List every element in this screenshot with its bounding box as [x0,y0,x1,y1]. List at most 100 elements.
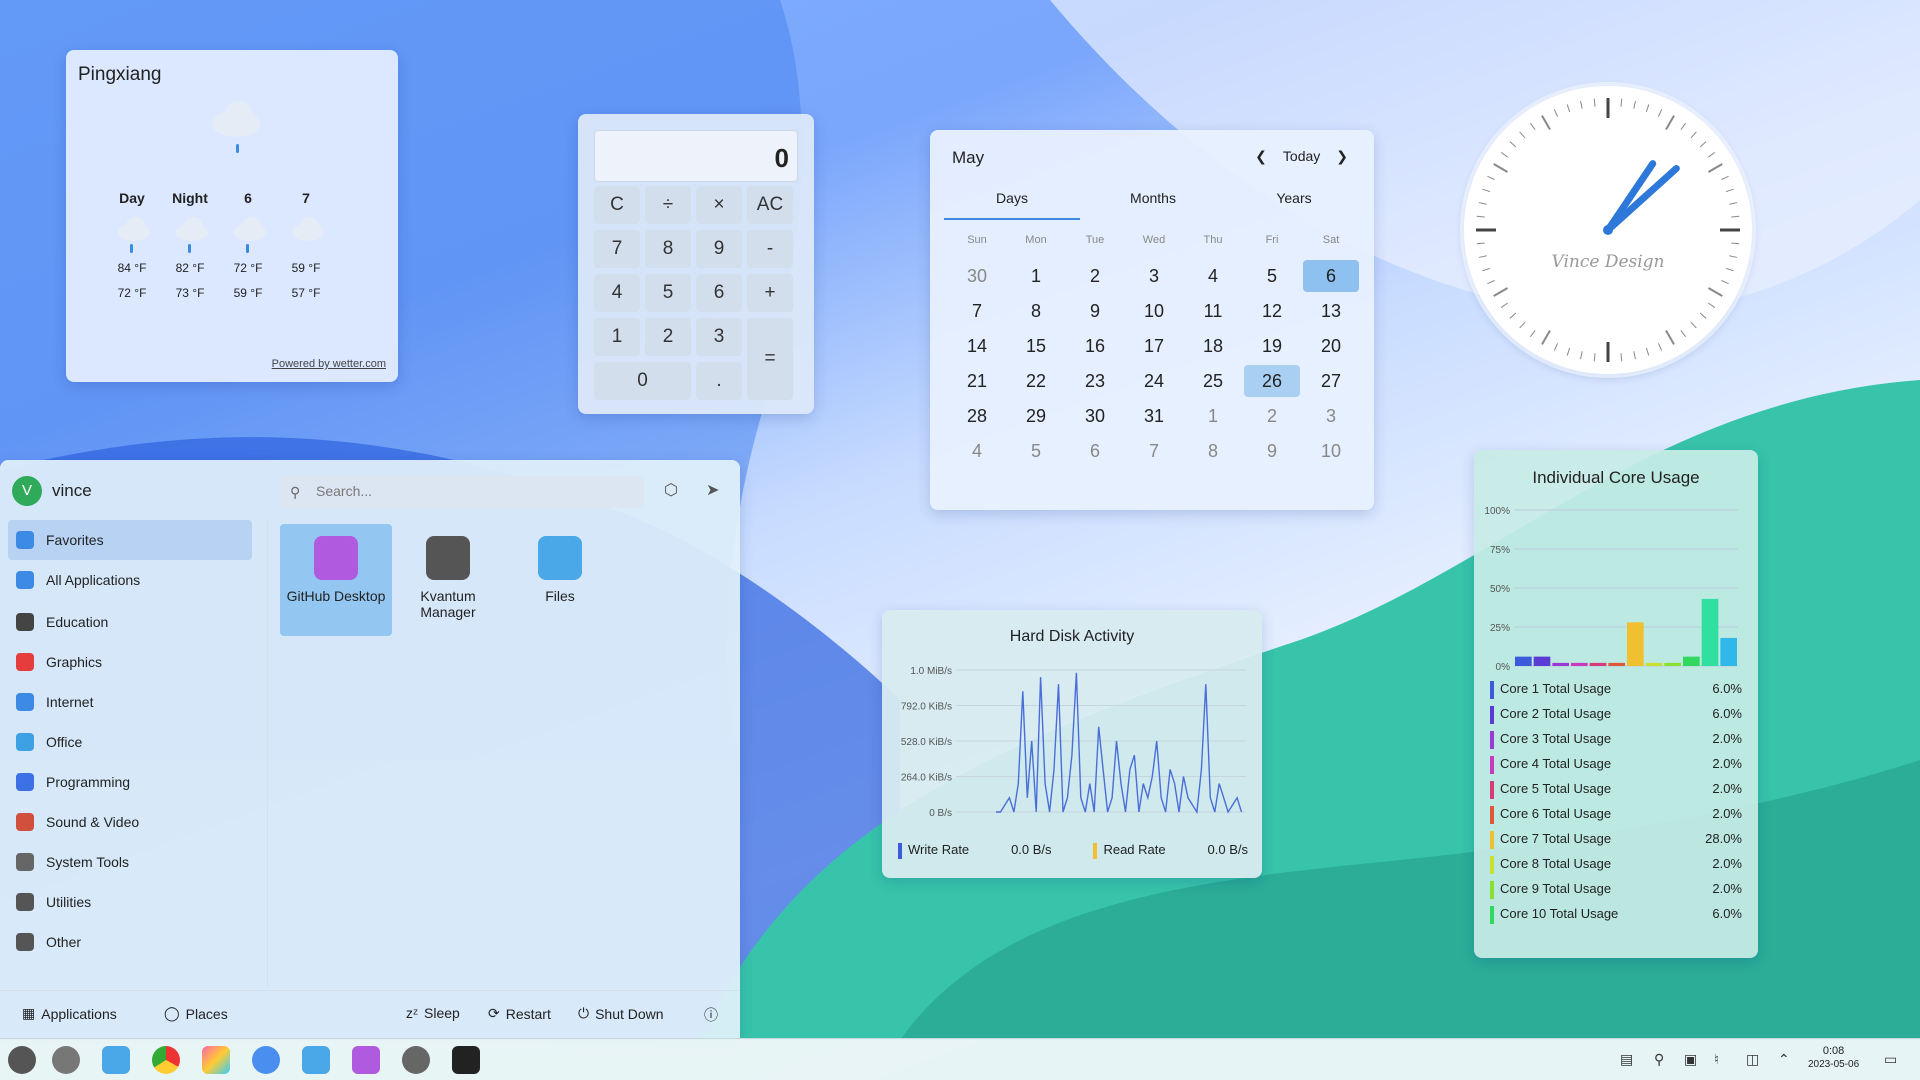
taskbar-clock[interactable]: 0:08 2023-05-06 [1808,1045,1859,1071]
github-desktop-icon[interactable] [352,1046,380,1074]
chevron-right-icon[interactable]: ❯ [1336,148,1348,165]
calendar-day[interactable]: 8 [1008,295,1064,327]
calc-button[interactable]: 2 [645,318,691,356]
sidebar-item-internet[interactable]: Internet [8,682,252,722]
calc-button[interactable]: ÷ [645,186,691,224]
calendar-tab-months[interactable]: Months [1085,190,1221,220]
calc-button[interactable]: 0 [594,362,691,400]
calendar-day[interactable]: 7 [1126,435,1182,467]
location-icon[interactable]: ⚲ [1654,1051,1664,1068]
calendar-day[interactable]: 7 [949,295,1005,327]
calc-button[interactable]: × [696,186,742,224]
calendar-day[interactable]: 2 [1067,260,1123,292]
sidebar-item-utilities[interactable]: Utilities [8,882,252,922]
calendar-day[interactable]: 15 [1008,330,1064,362]
weather-powered-by-link[interactable]: Powered by wetter.com [272,358,386,370]
calc-button[interactable]: 4 [594,274,640,312]
network-icon[interactable]: ◫ [1746,1051,1759,1068]
sidebar-item-office[interactable]: Office [8,722,252,762]
calendar-day[interactable]: 11 [1185,295,1241,327]
places-tab[interactable]: ◯ Places [164,1005,228,1022]
sidebar-item-all-applications[interactable]: All Applications [8,560,252,600]
calendar-day[interactable]: 20 [1303,330,1359,362]
calendar-day[interactable]: 19 [1244,330,1300,362]
calc-button[interactable]: . [696,362,742,400]
calc-button[interactable]: + [747,274,793,312]
user-profile[interactable]: V vince [12,476,92,506]
sleep-button[interactable]: zᶻ Sleep [406,1005,460,1021]
calendar-day[interactable]: 13 [1303,295,1359,327]
sidebar-item-favorites[interactable]: Favorites [8,520,252,560]
calendar-day[interactable]: 6 [1303,260,1359,292]
calendar-day[interactable]: 25 [1185,365,1241,397]
pin-icon[interactable]: ➤ [706,480,719,500]
calendar-day[interactable]: 26 [1244,365,1300,397]
clipboard-icon[interactable]: ▤ [1620,1051,1633,1068]
calc-button[interactable]: 6 [696,274,742,312]
calendar-day[interactable]: 23 [1067,365,1123,397]
calendar-day[interactable]: 12 [1244,295,1300,327]
calendar-day[interactable]: 1 [1008,260,1064,292]
show-desktop-icon[interactable]: ▭ [1884,1051,1897,1068]
applications-tab[interactable]: ▦ Applications [22,1005,117,1022]
calendar-day[interactable]: 21 [949,365,1005,397]
calendar-day[interactable]: 30 [949,260,1005,292]
calendar-day[interactable]: 5 [1244,260,1300,292]
calendar-day[interactable]: 5 [1008,435,1064,467]
chrome-icon[interactable] [152,1046,180,1074]
restart-button[interactable]: ⟳ Restart [488,1005,551,1022]
chevron-up-icon[interactable]: ⌃ [1778,1051,1790,1068]
kvantum-icon[interactable] [402,1046,430,1074]
calendar-day[interactable]: 10 [1126,295,1182,327]
sidebar-item-other[interactable]: Other [8,922,252,962]
sidebar-item-system-tools[interactable]: System Tools [8,842,252,882]
app-tile[interactable]: Files [504,524,616,636]
calendar-day[interactable]: 22 [1008,365,1064,397]
calendar-month[interactable]: May [952,148,984,168]
sidebar-item-programming[interactable]: Programming [8,762,252,802]
calendar-day[interactable]: 14 [949,330,1005,362]
calendar-day[interactable]: 16 [1067,330,1123,362]
calendar-day[interactable]: 3 [1303,400,1359,432]
calendar-day[interactable]: 10 [1303,435,1359,467]
calendar-tab-years[interactable]: Years [1226,190,1362,220]
more-options-icon[interactable]: ⓘ [704,1005,718,1025]
browser-icon[interactable] [252,1046,280,1074]
calc-button[interactable]: 5 [645,274,691,312]
calendar-day[interactable]: 4 [949,435,1005,467]
today-button[interactable]: Today [1283,148,1320,165]
sidebar-item-sound-video[interactable]: Sound & Video [8,802,252,842]
app-tile[interactable]: Kvantum Manager [392,524,504,636]
calc-button[interactable]: 7 [594,230,640,268]
calendar-day[interactable]: 31 [1126,400,1182,432]
terminal-icon[interactable] [452,1046,480,1074]
calendar-day[interactable]: 2 [1244,400,1300,432]
launcher-menu-icon[interactable] [8,1046,36,1074]
calendar-day[interactable]: 6 [1067,435,1123,467]
calendar-day[interactable]: 18 [1185,330,1241,362]
system-settings-icon[interactable] [52,1046,80,1074]
calendar-day[interactable]: 1 [1185,400,1241,432]
avatar[interactable]: V [12,476,42,506]
calendar-day[interactable]: 24 [1126,365,1182,397]
calendar-day[interactable]: 3 [1126,260,1182,292]
calendar-day[interactable]: 8 [1185,435,1241,467]
calendar-day[interactable]: 9 [1244,435,1300,467]
calendar-day[interactable]: 30 [1067,400,1123,432]
calendar-day[interactable]: 17 [1126,330,1182,362]
shutdown-button[interactable]: ⏻ Shut Down [578,1005,664,1022]
calc-button[interactable]: - [747,230,793,268]
calendar-tab-days[interactable]: Days [944,190,1080,220]
calendar-day[interactable]: 9 [1067,295,1123,327]
calendar-day[interactable]: 27 [1303,365,1359,397]
calc-button[interactable]: = [747,318,793,400]
image-viewer-icon[interactable] [202,1046,230,1074]
search-input[interactable]: ⚲ Search... [280,476,644,508]
file-manager-icon[interactable] [102,1046,130,1074]
calendar-day[interactable]: 28 [949,400,1005,432]
calc-button[interactable]: C [594,186,640,224]
calc-button[interactable]: AC [747,186,793,224]
calc-button[interactable]: 1 [594,318,640,356]
calc-button[interactable]: 8 [645,230,691,268]
volume-icon[interactable]: ♮ [1714,1051,1719,1068]
